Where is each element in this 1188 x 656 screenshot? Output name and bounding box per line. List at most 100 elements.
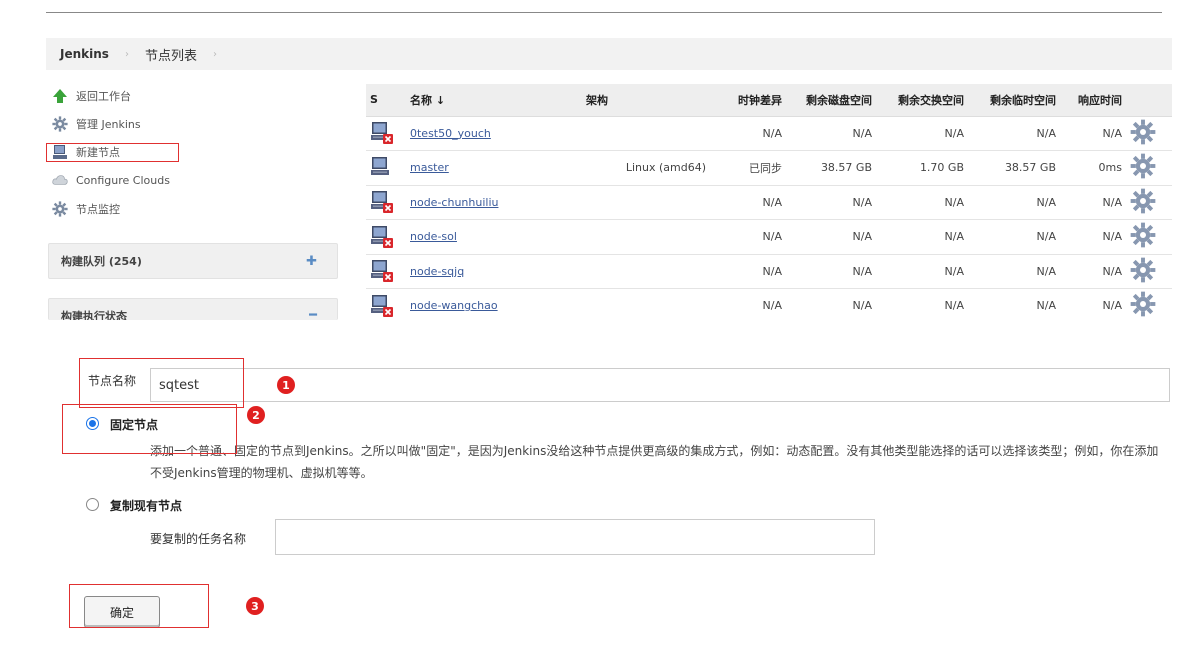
copy-node-radio[interactable] — [86, 498, 99, 511]
copy-node-label[interactable]: 复制现有节点 — [110, 497, 182, 514]
gear-icon[interactable] — [1130, 188, 1156, 217]
node-clock-cell: N/A — [710, 288, 786, 320]
computer-offline-icon — [370, 190, 394, 214]
col-name[interactable]: 名称 ↓ — [406, 84, 582, 117]
node-temp-cell: N/A — [968, 219, 1060, 255]
col-arch[interactable]: 架构 — [582, 84, 710, 117]
sidebar-item-label: 节点监控 — [76, 203, 120, 216]
node-temp-cell: 38.57 GB — [968, 150, 1060, 186]
node-response-cell: N/A — [1060, 219, 1126, 255]
cloud-icon — [52, 172, 68, 188]
gear-icon[interactable] — [1130, 119, 1156, 148]
node-clock-cell: N/A — [710, 185, 786, 220]
node-status-cell — [366, 288, 406, 320]
node-status-cell — [366, 150, 406, 186]
node-arch-cell — [582, 288, 710, 320]
annotation-box-1 — [79, 358, 244, 408]
node-arch-cell: Linux (amd64) — [582, 150, 710, 186]
gear-icon[interactable] — [1130, 291, 1156, 320]
col-swap[interactable]: 剩余交换空间 — [876, 84, 968, 117]
node-table-container: S 名称 ↓ 架构 时钟差异 剩余磁盘空间 剩余交换空间 剩余临时空间 响应时间… — [366, 84, 1172, 320]
node-link[interactable]: 0test50_youch — [410, 127, 491, 140]
col-status[interactable]: S — [366, 84, 406, 117]
node-swap-cell: 1.70 GB — [876, 150, 968, 186]
node-name-cell: node-sqjq — [406, 254, 582, 289]
gear-icon[interactable] — [1130, 257, 1156, 286]
node-disk-cell: N/A — [786, 254, 876, 289]
gear-icon — [52, 201, 68, 217]
computer-icon — [370, 156, 394, 180]
node-clock-cell: N/A — [710, 254, 786, 289]
node-clock-cell: 已同步 — [710, 150, 786, 186]
annotation-badge-3: 3 — [246, 597, 264, 615]
col-clock[interactable]: 时钟差异 — [710, 84, 786, 117]
node-name-cell: master — [406, 150, 582, 186]
build-queue-panel[interactable]: 构建队列 (254) ✚ — [48, 243, 338, 279]
node-disk-cell: N/A — [786, 288, 876, 320]
node-name-cell: node-chunhuiliu — [406, 185, 582, 220]
node-response-cell: N/A — [1060, 116, 1126, 151]
node-swap-cell: N/A — [876, 254, 968, 289]
annotation-badge-2: 2 — [247, 406, 265, 424]
node-config-cell — [1126, 185, 1172, 220]
node-link[interactable]: node-sqjq — [410, 265, 464, 278]
sidebar-item-configure-clouds[interactable]: Configure Clouds — [52, 170, 170, 190]
sidebar-item-manage-jenkins[interactable]: 管理 Jenkins — [52, 114, 141, 134]
node-name-input[interactable] — [150, 368, 1170, 402]
node-link[interactable]: node-wangchao — [410, 299, 498, 312]
node-swap-cell: N/A — [876, 288, 968, 320]
table-row: node-sol N/A N/A N/A N/A N/A — [366, 219, 1172, 255]
node-clock-cell: N/A — [710, 116, 786, 151]
breadcrumb-jenkins[interactable]: Jenkins — [60, 47, 109, 61]
node-status-cell — [366, 185, 406, 220]
node-table: S 名称 ↓ 架构 时钟差异 剩余磁盘空间 剩余交换空间 剩余临时空间 响应时间… — [366, 84, 1172, 320]
node-name-cell: node-wangchao — [406, 288, 582, 320]
node-config-cell — [1126, 150, 1172, 186]
copy-source-input[interactable] — [275, 519, 875, 555]
chevron-right-icon[interactable]: › — [213, 49, 217, 60]
node-config-cell — [1126, 254, 1172, 289]
gear-icon[interactable] — [1130, 153, 1156, 182]
breadcrumb: Jenkins › 节点列表 › — [46, 38, 1172, 70]
chevron-right-icon: › — [124, 48, 129, 60]
node-response-cell: 0ms — [1060, 150, 1126, 186]
table-row: node-chunhuiliu N/A N/A N/A N/A N/A — [366, 185, 1172, 220]
node-arch-cell — [582, 254, 710, 289]
table-row: master Linux (amd64) 已同步 38.57 GB 1.70 G… — [366, 150, 1172, 186]
table-row: node-wangchao N/A N/A N/A N/A N/A — [366, 288, 1172, 320]
up-arrow-icon — [52, 88, 68, 104]
executor-status-panel[interactable]: 构建执行状态 ━ — [48, 298, 338, 320]
node-arch-cell — [582, 219, 710, 255]
node-disk-cell: N/A — [786, 116, 876, 151]
col-temp[interactable]: 剩余临时空间 — [968, 84, 1060, 117]
permanent-node-description: 添加一个普通、固定的节点到Jenkins。之所以叫做"固定"，是因为Jenkin… — [150, 444, 1159, 480]
node-link[interactable]: master — [410, 161, 449, 174]
node-temp-cell: N/A — [968, 254, 1060, 289]
node-link[interactable]: node-chunhuiliu — [410, 196, 498, 209]
breadcrumb-node-list[interactable]: 节点列表 — [145, 45, 197, 64]
col-disk[interactable]: 剩余磁盘空间 — [786, 84, 876, 117]
computer-offline-icon — [370, 294, 394, 318]
expand-icon[interactable]: ✚ — [306, 254, 317, 269]
node-config-cell — [1126, 288, 1172, 320]
table-row: 0test50_youch N/A N/A N/A N/A N/A — [366, 116, 1172, 151]
node-temp-cell: N/A — [968, 185, 1060, 220]
computer-offline-icon — [370, 225, 394, 249]
node-status-cell — [366, 254, 406, 289]
sidebar-item-label: 管理 Jenkins — [76, 118, 141, 131]
col-response[interactable]: 响应时间 — [1060, 84, 1126, 117]
sidebar-item-node-monitor[interactable]: 节点监控 — [52, 199, 120, 219]
col-config — [1126, 84, 1172, 117]
sidebar-item-label: 返回工作台 — [76, 90, 131, 103]
annotation-box-3 — [69, 584, 209, 628]
node-arch-cell — [582, 185, 710, 220]
collapse-icon[interactable]: ━ — [309, 308, 317, 320]
node-temp-cell: N/A — [968, 116, 1060, 151]
node-link[interactable]: node-sol — [410, 230, 457, 243]
gear-icon — [52, 116, 68, 132]
node-disk-cell: N/A — [786, 219, 876, 255]
sidebar-item-back-dashboard[interactable]: 返回工作台 — [52, 86, 131, 106]
gear-icon[interactable] — [1130, 222, 1156, 251]
annotation-box-2 — [62, 404, 237, 454]
executor-status-title: 构建执行状态 — [61, 310, 127, 320]
